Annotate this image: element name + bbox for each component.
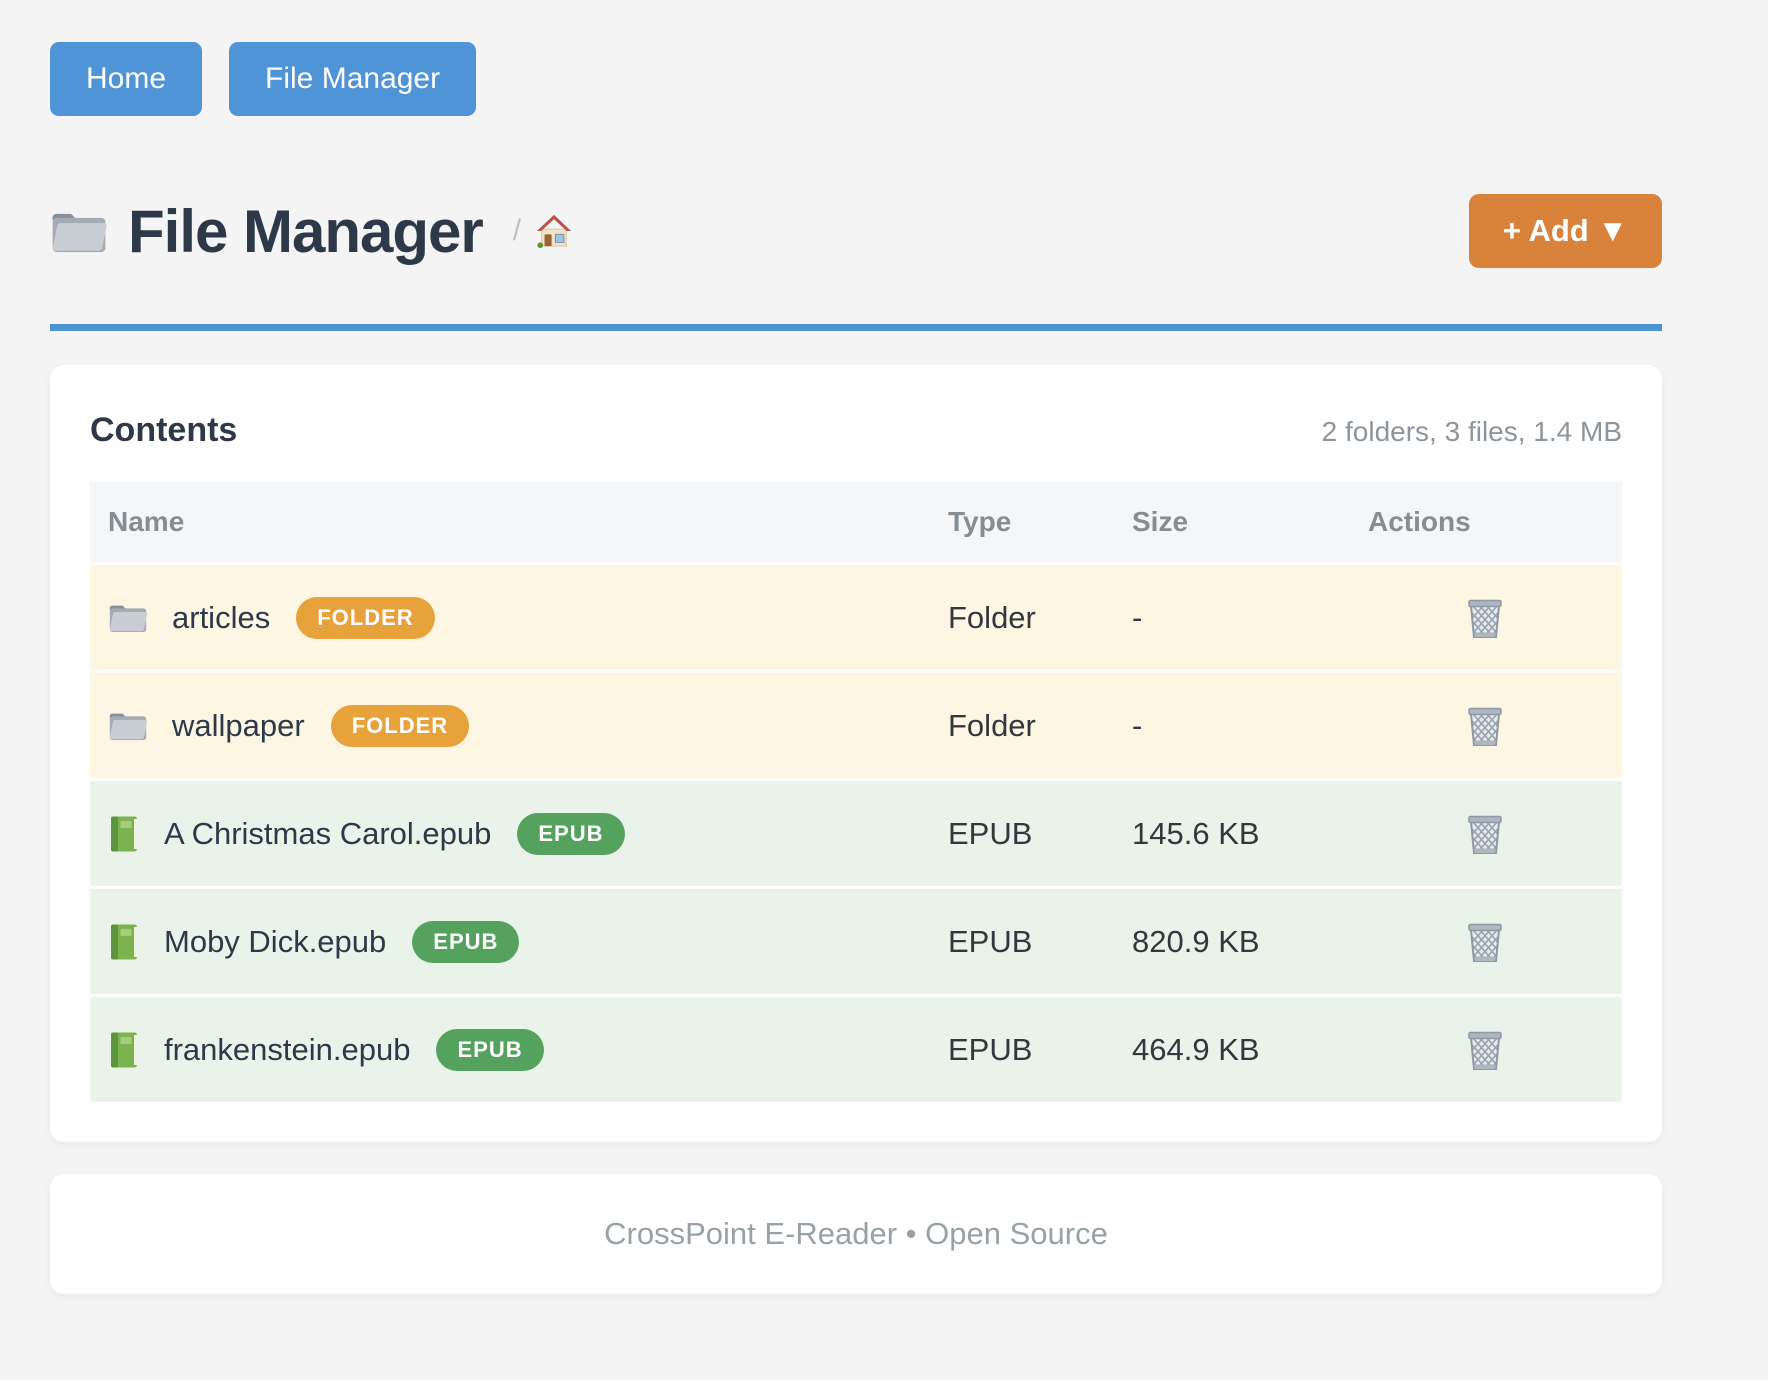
file-name: frankenstein.epub — [164, 1032, 410, 1068]
title-divider — [50, 324, 1662, 331]
delete-button[interactable] — [1466, 597, 1504, 639]
file-type: Folder — [930, 708, 1114, 744]
title-group: File Manager / — [50, 197, 573, 266]
file-name-cell: articles FOLDER — [90, 597, 930, 639]
table-body: articles FOLDER Folder - wallpa — [90, 562, 1622, 1102]
top-nav: Home File Manager — [50, 42, 1662, 116]
file-type-badge: EPUB — [412, 921, 519, 963]
column-header-size: Size — [1114, 506, 1350, 538]
file-type: EPUB — [930, 1032, 1114, 1068]
file-type: Folder — [930, 600, 1114, 636]
file-size: - — [1114, 708, 1350, 744]
book-icon — [108, 923, 140, 961]
table-header-row: Name Type Size Actions — [90, 482, 1622, 562]
nav-file-manager-button[interactable]: File Manager — [229, 42, 476, 116]
folder-icon — [108, 709, 148, 742]
file-name-cell: wallpaper FOLDER — [90, 705, 930, 747]
breadcrumb: / — [513, 213, 573, 249]
file-name: A Christmas Carol.epub — [164, 816, 491, 852]
delete-button[interactable] — [1466, 705, 1504, 747]
page-header: File Manager / + Add ▼ — [50, 188, 1662, 274]
trash-icon — [1466, 1029, 1504, 1071]
file-table: Name Type Size Actions articles FOLDER F… — [90, 482, 1622, 1102]
file-size: 820.9 KB — [1114, 924, 1350, 960]
file-name-cell: A Christmas Carol.epub EPUB — [90, 813, 930, 855]
file-name: wallpaper — [172, 708, 305, 744]
file-type: EPUB — [930, 924, 1114, 960]
file-size: 464.9 KB — [1114, 1032, 1350, 1068]
table-row[interactable]: Moby Dick.epub EPUB EPUB 820.9 KB — [90, 886, 1622, 994]
file-type-badge: FOLDER — [331, 705, 469, 747]
file-type-badge: EPUB — [517, 813, 624, 855]
footer-card: CrossPoint E-Reader • Open Source — [50, 1174, 1662, 1294]
file-type-badge: EPUB — [436, 1029, 543, 1071]
file-actions-cell — [1350, 1029, 1620, 1071]
contents-summary: 2 folders, 3 files, 1.4 MB — [1322, 416, 1622, 448]
add-button[interactable]: + Add ▼ — [1469, 194, 1662, 268]
delete-button[interactable] — [1466, 813, 1504, 855]
footer-text: CrossPoint E-Reader • Open Source — [604, 1216, 1108, 1252]
file-actions-cell — [1350, 597, 1620, 639]
contents-card: Contents 2 folders, 3 files, 1.4 MB Name… — [50, 365, 1662, 1142]
column-header-name: Name — [90, 506, 930, 538]
file-size: 145.6 KB — [1114, 816, 1350, 852]
delete-button[interactable] — [1466, 1029, 1504, 1071]
book-icon — [108, 1031, 140, 1069]
folder-icon — [50, 207, 108, 255]
table-row[interactable]: wallpaper FOLDER Folder - — [90, 670, 1622, 778]
table-row[interactable]: A Christmas Carol.epub EPUB EPUB 145.6 K… — [90, 778, 1622, 886]
trash-icon — [1466, 813, 1504, 855]
trash-icon — [1466, 705, 1504, 747]
file-actions-cell — [1350, 705, 1620, 747]
nav-home-button[interactable]: Home — [50, 42, 202, 116]
contents-card-header: Contents 2 folders, 3 files, 1.4 MB — [90, 411, 1622, 450]
delete-button[interactable] — [1466, 921, 1504, 963]
trash-icon — [1466, 597, 1504, 639]
file-actions-cell — [1350, 921, 1620, 963]
file-actions-cell — [1350, 813, 1620, 855]
trash-icon — [1466, 921, 1504, 963]
file-name: Moby Dick.epub — [164, 924, 386, 960]
contents-title: Contents — [90, 411, 237, 450]
home-icon[interactable] — [535, 213, 573, 249]
table-row[interactable]: articles FOLDER Folder - — [90, 562, 1622, 670]
folder-icon — [108, 601, 148, 634]
breadcrumb-separator: / — [513, 214, 521, 248]
book-icon — [108, 815, 140, 853]
file-name-cell: frankenstein.epub EPUB — [90, 1029, 930, 1071]
file-type: EPUB — [930, 816, 1114, 852]
file-name-cell: Moby Dick.epub EPUB — [90, 921, 930, 963]
column-header-type: Type — [930, 506, 1114, 538]
file-type-badge: FOLDER — [296, 597, 434, 639]
file-size: - — [1114, 600, 1350, 636]
table-row[interactable]: frankenstein.epub EPUB EPUB 464.9 KB — [90, 994, 1622, 1102]
column-header-actions: Actions — [1350, 506, 1620, 538]
page-title: File Manager — [128, 197, 483, 266]
file-name: articles — [172, 600, 270, 636]
page: Home File Manager File Manager / — [50, 0, 1662, 1294]
